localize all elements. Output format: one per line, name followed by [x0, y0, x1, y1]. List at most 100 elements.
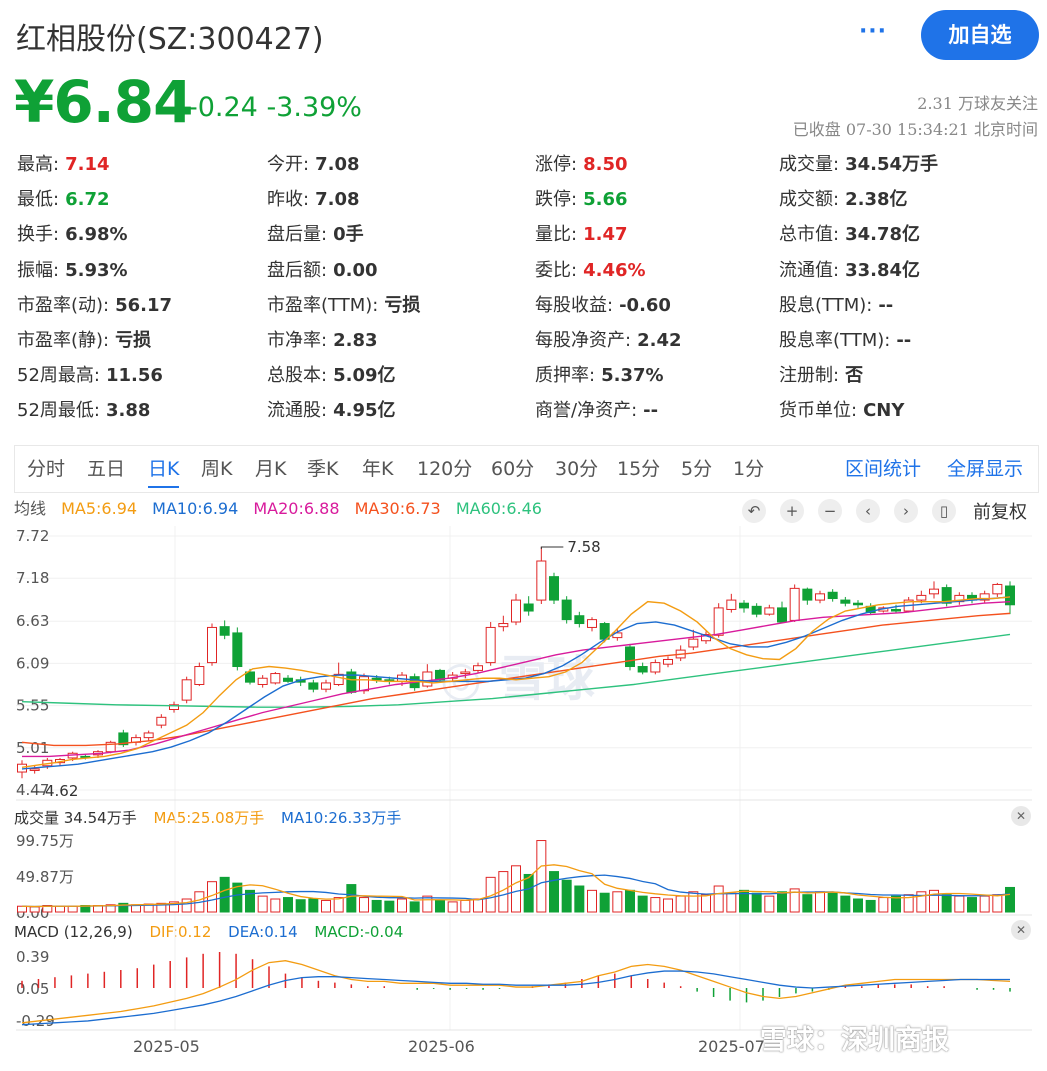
quote-value: 6.72 — [65, 189, 110, 211]
volume-bar — [435, 899, 445, 913]
add-watchlist-button[interactable]: 加自选 — [921, 10, 1039, 60]
quote-cell: 52周最低: 3.88 — [17, 396, 150, 422]
high-marker-line — [540, 546, 564, 549]
tab-3[interactable]: 周K — [201, 446, 232, 492]
quote-value: 5.66 — [583, 189, 628, 211]
quote-label: 商誉/净资产: — [535, 400, 638, 422]
volume-bar — [371, 899, 382, 913]
quote-cell: 最低: 6.72 — [17, 185, 110, 211]
quote-value: CNY — [863, 400, 905, 422]
candle-body — [536, 560, 547, 601]
close-volume-icon[interactable]: ✕ — [1011, 806, 1031, 826]
volume-bar — [612, 891, 623, 913]
candle-body — [726, 599, 737, 610]
volume-legend: 成交量 34.54万手 MA5:25.08万手 MA10:26.33万手 — [14, 808, 413, 828]
tab-1[interactable]: 五日 — [87, 446, 125, 492]
candle-body — [346, 671, 357, 693]
volume-tick-label: 49.87万 — [16, 868, 74, 886]
y-tick-label: 4.47 — [16, 781, 49, 799]
y-tick-label: 5.55 — [16, 697, 49, 715]
candle-body — [929, 588, 939, 595]
tab-4[interactable]: 月K — [255, 446, 286, 492]
zoom-in-icon[interactable]: + — [780, 499, 804, 523]
macd-tick-label: 0.39 — [16, 948, 49, 966]
ma60-value: MA60:6.46 — [455, 499, 542, 518]
candle-body — [713, 607, 724, 636]
range-stats-button[interactable]: 区间统计 — [845, 446, 921, 492]
scroll-right-icon[interactable]: › — [894, 499, 918, 523]
tab-9[interactable]: 30分 — [555, 446, 598, 492]
quote-cell: 涨停: 8.50 — [535, 150, 628, 176]
candle-body — [17, 763, 27, 773]
low-annotation: —4.62 — [30, 782, 78, 800]
volume-bar — [232, 882, 243, 913]
close-macd-icon[interactable]: ✕ — [1011, 920, 1031, 940]
quote-cell: 委比: 4.46% — [535, 256, 646, 282]
volume-ma5: MA5:25.08万手 — [153, 809, 265, 827]
candle-body — [789, 587, 800, 621]
quote-value: 8.50 — [583, 154, 628, 175]
adjust-mode-label[interactable]: 前复权 — [973, 498, 1027, 524]
candle-body — [688, 638, 699, 648]
followers-count[interactable]: 2.31 万球友关注 — [917, 90, 1038, 114]
undo-icon[interactable]: ↶ — [742, 499, 766, 523]
candle-body — [878, 607, 889, 612]
tab-12[interactable]: 1分 — [733, 446, 764, 492]
ma30-line — [21, 612, 1011, 747]
volume-bar — [549, 871, 559, 913]
tab-5[interactable]: 季K — [307, 446, 338, 492]
candle-body — [511, 599, 521, 623]
quote-cell: 今开: 7.08 — [267, 150, 360, 176]
tab-11[interactable]: 5分 — [681, 446, 712, 492]
quote-cell: 最高: 7.14 — [17, 150, 110, 176]
candle-body — [55, 759, 65, 764]
tab-7[interactable]: 120分 — [417, 446, 472, 492]
volume-bar — [42, 905, 53, 913]
candle-body — [384, 679, 395, 682]
quote-label: 涨停: — [535, 154, 578, 175]
tab-0[interactable]: 分时 — [27, 446, 65, 492]
quote-value: 7.14 — [65, 154, 110, 175]
tab-6[interactable]: 年K — [362, 446, 393, 492]
quote-label: 流通股: — [267, 400, 328, 422]
more-options-icon[interactable]: ··· — [858, 18, 888, 48]
ma-legend-label: 均线 — [14, 499, 47, 518]
quote-value: -- — [643, 400, 659, 422]
quote-label: 市盈率(动): — [17, 294, 110, 316]
candle-body — [701, 633, 711, 642]
candle-body — [815, 593, 825, 601]
volume-bar — [194, 891, 205, 913]
quote-cell: 52周最高: 11.56 — [17, 361, 163, 387]
tab-10[interactable]: 15分 — [617, 446, 660, 492]
quote-value: 7.08 — [315, 154, 360, 175]
volume-bar — [561, 879, 572, 913]
ma-legend: 均线 MA5:6.94 MA10:6.94 MA20:6.88 MA30:6.7… — [14, 496, 552, 522]
candle-body — [359, 676, 369, 692]
dea-line — [21, 970, 1010, 1026]
quote-label: 股息(TTM): — [779, 294, 873, 316]
quote-label: 盘后量: — [267, 224, 328, 246]
quote-value: 亏损 — [115, 330, 152, 351]
volume-bar — [308, 898, 319, 913]
volume-bar — [650, 897, 661, 913]
high-annotation: 7.58 — [567, 538, 600, 556]
candle-body — [561, 599, 572, 621]
quote-label: 市盈率(TTM): — [267, 294, 379, 316]
zoom-out-icon[interactable]: − — [818, 499, 842, 523]
volume-bar — [675, 895, 686, 913]
candle-icon[interactable]: ▯ — [932, 499, 956, 523]
tab-2[interactable]: 日K — [148, 446, 180, 492]
quote-cell: 换手: 6.98% — [17, 220, 128, 246]
candle-body — [941, 587, 952, 604]
quote-label: 成交量: — [779, 154, 840, 175]
macd-dif: DIF:0.12 — [149, 923, 212, 941]
volume-ma5-line — [21, 864, 1011, 908]
quote-cell: 商誉/净资产: -- — [535, 396, 658, 422]
tab-8[interactable]: 60分 — [491, 446, 534, 492]
fullscreen-button[interactable]: 全屏显示 — [947, 446, 1023, 492]
volume-bar — [333, 897, 344, 913]
volume-bar — [257, 895, 268, 913]
candle-body — [447, 674, 458, 679]
stock-title: 红相股份(SZ:300427) — [16, 22, 324, 57]
scroll-left-icon[interactable]: ‹ — [856, 499, 880, 523]
